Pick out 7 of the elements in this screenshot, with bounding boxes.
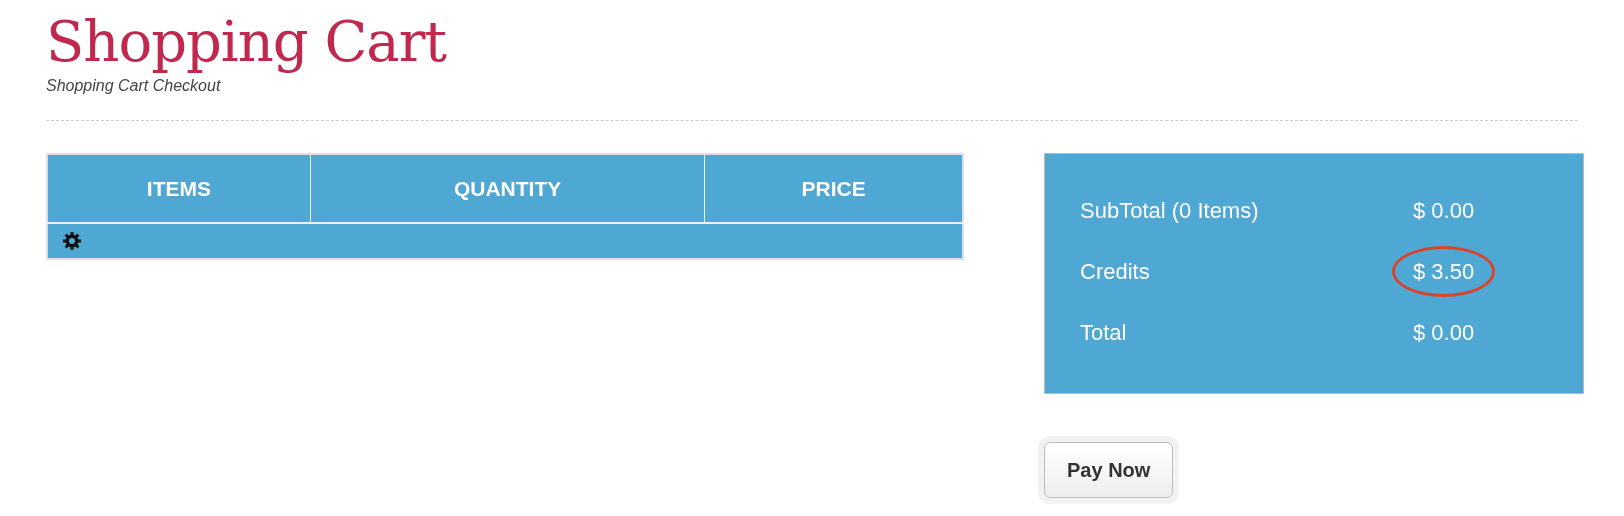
summary-label: Credits	[1080, 258, 1151, 286]
summary-label: Total	[1080, 319, 1128, 347]
page-subtitle: Shopping Cart Checkout	[46, 76, 222, 96]
summary-amount: $ 0.00	[1412, 197, 1476, 225]
summary-amount: $ 3.50	[1392, 246, 1496, 297]
summary-label: SubTotal (0 Items)	[1080, 197, 1260, 225]
summary-amount: $ 0.00	[1412, 319, 1476, 347]
